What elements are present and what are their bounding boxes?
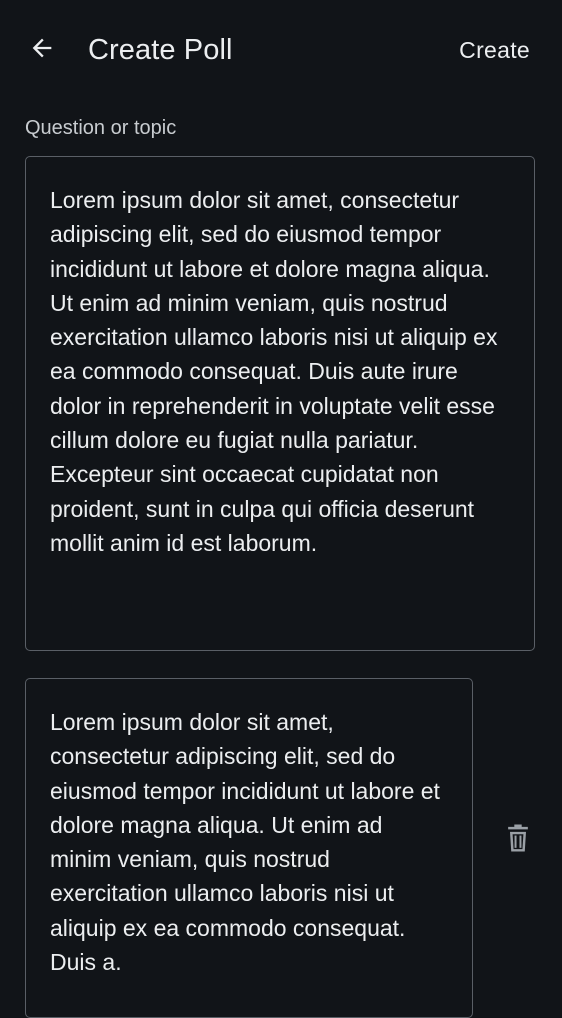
page-title: Create Poll — [88, 34, 233, 66]
back-button[interactable] — [22, 30, 62, 70]
trash-icon — [503, 822, 533, 859]
question-input[interactable]: Lorem ipsum dolor sit amet, consectetur … — [25, 156, 535, 651]
app-bar: Create Poll Create — [0, 0, 562, 100]
question-input-text: Lorem ipsum dolor sit amet, consectetur … — [50, 187, 498, 556]
poll-option-text: Lorem ipsum dolor sit amet, consectetur … — [50, 709, 440, 976]
arrow-left-icon — [28, 34, 56, 67]
delete-option-button[interactable] — [500, 822, 536, 858]
create-button[interactable]: Create — [459, 30, 530, 70]
question-label: Question or topic — [25, 117, 177, 139]
poll-option-input[interactable]: Lorem ipsum dolor sit amet, consectetur … — [25, 678, 473, 1018]
